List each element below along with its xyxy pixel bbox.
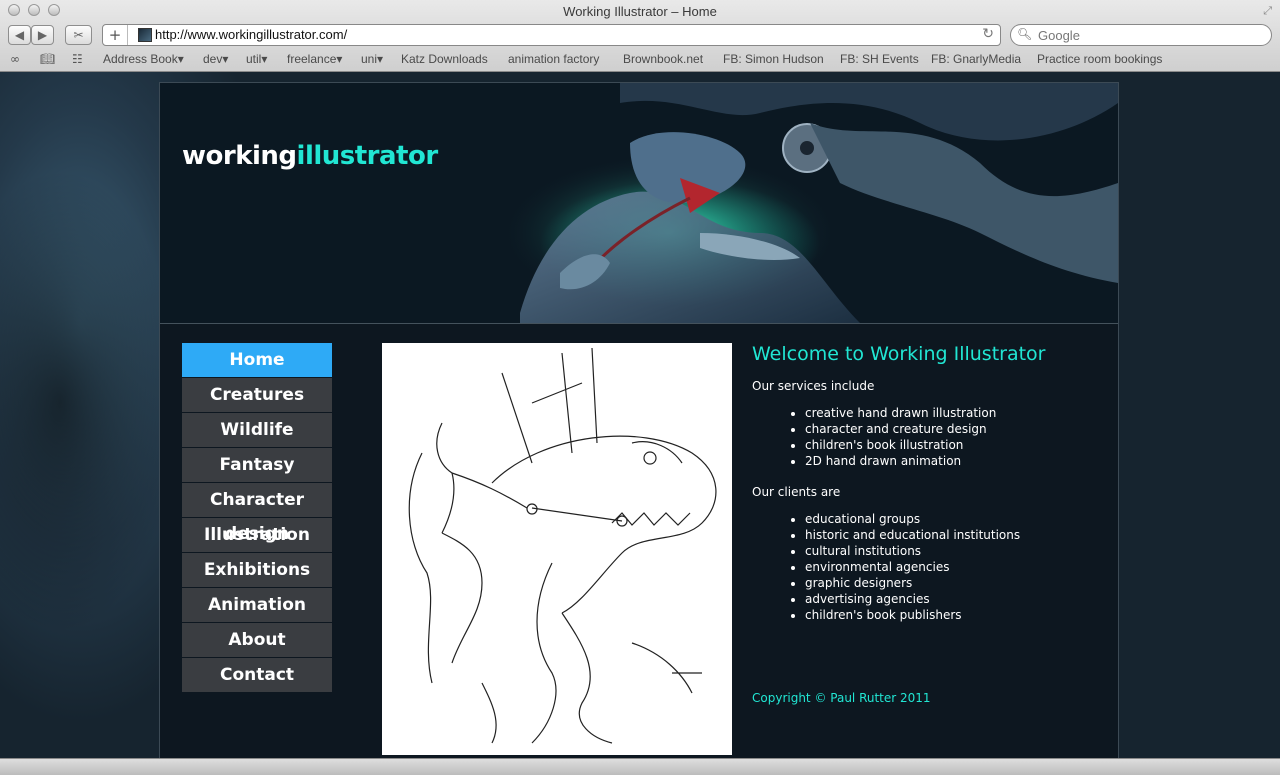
site-logo[interactable]: workingillustrator (182, 141, 438, 171)
main-navigation: Home Creatures Wildlife Fantasy Characte… (182, 343, 332, 693)
reading-list-icon[interactable]: ∞ (10, 52, 20, 66)
site-favicon (138, 28, 152, 42)
main-content: Welcome to Working Illustrator Our servi… (752, 343, 1092, 639)
add-bookmark-icon[interactable]: + (103, 25, 128, 45)
forward-arrow-icon: ▶ (37, 28, 48, 42)
bookmark-item[interactable]: FB: GnarlyMedia (931, 52, 1021, 66)
bookmark-item[interactable]: FB: Simon Hudson (723, 52, 824, 66)
bookmark-item[interactable]: dev▾ (203, 52, 228, 66)
nav-exhibitions[interactable]: Exhibitions (182, 553, 332, 587)
nav-contact[interactable]: Contact (182, 658, 332, 692)
search-placeholder: Google (1038, 28, 1080, 43)
list-item: graphic designers (805, 575, 1092, 591)
title-bar: Working Illustrator – Home ⤢ (0, 0, 1280, 22)
list-item: educational groups (805, 511, 1092, 527)
url-text[interactable]: http://www.workingillustrator.com/ (155, 27, 347, 42)
list-item: character and creature design (805, 421, 1092, 437)
site-container: workingillustrator Home Creatures Wildli… (159, 82, 1119, 758)
nav-home[interactable]: Home (182, 343, 332, 377)
top-sites-grid-icon[interactable]: ☷ (72, 52, 83, 66)
bookmark-item[interactable]: Practice room bookings (1037, 52, 1162, 66)
copyright-notice: Copyright © Paul Rutter 2011 (752, 691, 931, 705)
nav-wildlife[interactable]: Wildlife (182, 413, 332, 447)
logo-word-working: working (182, 141, 297, 171)
list-item: historic and educational institutions (805, 527, 1092, 543)
list-item: environmental agencies (805, 559, 1092, 575)
list-item: cultural institutions (805, 543, 1092, 559)
logo-word-illustrator: illustrator (296, 141, 439, 171)
bookmark-item[interactable]: uni▾ (361, 52, 383, 66)
list-item: creative hand drawn illustration (805, 405, 1092, 421)
nav-animation[interactable]: Animation (182, 588, 332, 622)
status-bar (0, 758, 1280, 775)
back-button[interactable]: ◀ (8, 25, 31, 45)
scissors-icon: ✂ (73, 28, 84, 42)
clients-list: educational groups historic and educatio… (752, 511, 1092, 623)
clients-intro: Our clients are (752, 485, 841, 499)
nav-about[interactable]: About (182, 623, 332, 657)
services-list: creative hand drawn illustration charact… (752, 405, 1092, 469)
list-item: advertising agencies (805, 591, 1092, 607)
bookmark-item[interactable]: animation factory (508, 52, 599, 66)
bookmark-item[interactable]: util▾ (246, 52, 267, 66)
page-viewport: workingillustrator Home Creatures Wildli… (0, 72, 1280, 758)
featured-sketch-image (382, 343, 732, 755)
header-banner: workingillustrator (160, 83, 1118, 324)
back-arrow-icon: ◀ (14, 28, 25, 42)
creature-sketch-drawing (408, 347, 717, 744)
browser-chrome: Working Illustrator – Home ⤢ ◀ ▶ ✂ + htt… (0, 0, 1280, 72)
services-intro: Our services include (752, 379, 875, 393)
bookmark-item[interactable]: Katz Downloads (401, 52, 488, 66)
search-field[interactable]: 🔍︎ Google (1010, 24, 1272, 46)
list-item: children's book publishers (805, 607, 1092, 623)
address-bar[interactable]: + http://www.workingillustrator.com/ ↻ (102, 24, 1001, 46)
reload-icon[interactable]: ↻ (982, 26, 994, 42)
nav-fantasy[interactable]: Fantasy (182, 448, 332, 482)
bookmarks-book-icon[interactable]: 📖︎ (40, 52, 55, 66)
list-item: children's book illustration (805, 437, 1092, 453)
bookmark-item[interactable]: Brownbook.net (623, 52, 703, 66)
nav-character-design[interactable]: Character design (182, 483, 332, 544)
nav-creatures[interactable]: Creatures (182, 378, 332, 412)
bookmark-item[interactable]: Address Book▾ (103, 52, 184, 66)
nav-illustration[interactable]: Illustration (182, 518, 332, 552)
fullscreen-icon[interactable]: ⤢ (1263, 4, 1272, 18)
list-item: 2D hand drawn animation (805, 453, 1092, 469)
bookmark-item[interactable]: freelance▾ (287, 52, 342, 66)
window-title: Working Illustrator – Home (563, 4, 717, 19)
page-title: Welcome to Working Illustrator (752, 343, 1046, 365)
search-icon: 🔍︎ (1017, 27, 1033, 41)
creature-banner-illustration (500, 83, 1118, 323)
snippet-button[interactable]: ✂ (65, 25, 92, 45)
bookmarks-bar: ∞ 📖︎ ☷ Address Book▾ dev▾ util▾ freelanc… (0, 50, 1280, 70)
bookmark-item[interactable]: FB: SH Events (840, 52, 919, 66)
forward-button[interactable]: ▶ (31, 25, 54, 45)
